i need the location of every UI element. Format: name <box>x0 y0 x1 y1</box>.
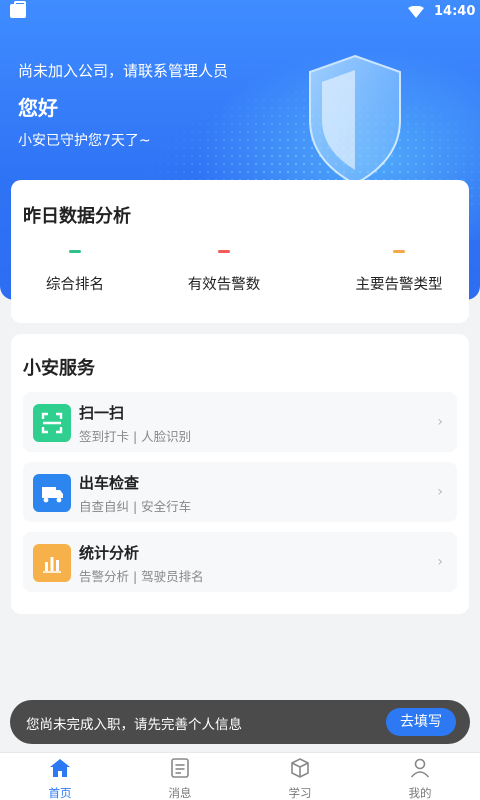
service-subtitle: 自查自纠 | 安全行车 <box>79 499 192 514</box>
services-card: 小安服务 扫一扫 签到打卡 | 人脸识别 › 出车检查 自查自纠 | 安全行车 … <box>11 334 469 614</box>
services-title: 小安服务 <box>23 358 95 379</box>
bottom-tab-bar: 首页 消息 学习 我的 <box>0 752 480 800</box>
tab-label: 学习 <box>288 786 312 800</box>
service-subtitle: 签到打卡 | 人脸识别 <box>79 429 192 444</box>
tab-messages[interactable]: 消息 <box>120 757 240 800</box>
tab-label: 首页 <box>48 786 72 800</box>
stat-placeholder-dash <box>218 250 230 253</box>
stat-label: 综合排名 <box>46 277 104 293</box>
learning-icon <box>291 758 309 778</box>
stat-placeholder-dash <box>69 250 81 253</box>
shield-icon <box>309 54 401 186</box>
tab-label: 我的 <box>408 786 432 800</box>
scan-icon <box>33 404 71 442</box>
bar-chart-icon <box>33 544 71 582</box>
briefcase-icon <box>10 1 26 18</box>
profile-icon <box>410 758 430 778</box>
tab-home[interactable]: 首页 <box>0 757 120 800</box>
stat-main-alert-type[interactable]: 主要告警类型 <box>329 250 469 294</box>
stat-valid-alerts[interactable]: 有效告警数 <box>154 250 294 294</box>
greeting: 您好 <box>18 96 58 120</box>
message-icon <box>171 758 189 778</box>
yesterday-analysis-card: 昨日数据分析 综合排名 有效告警数 主要告警类型 <box>11 180 469 323</box>
stat-overall-rank[interactable]: 综合排名 <box>5 250 145 294</box>
service-vehicle-check[interactable]: 出车检查 自查自纠 | 安全行车 › <box>23 462 457 522</box>
guard-days-text: 小安已守护您7天了~ <box>18 133 151 149</box>
status-bar: 14:40 <box>0 0 480 24</box>
join-company-notice: 尚未加入公司，请联系管理人员 <box>18 62 229 80</box>
onboarding-reminder: 您尚未完成入职，请先完善个人信息 去填写 <box>10 700 470 744</box>
chevron-right-icon: › <box>437 554 443 570</box>
stat-label: 主要告警类型 <box>355 277 443 293</box>
status-time: 14:40 <box>434 4 476 19</box>
service-title: 出车检查 <box>79 474 140 492</box>
tab-learning[interactable]: 学习 <box>240 757 360 800</box>
service-title: 统计分析 <box>79 544 140 562</box>
fill-in-button[interactable]: 去填写 <box>386 708 456 736</box>
chevron-right-icon: › <box>437 414 443 430</box>
service-title: 扫一扫 <box>79 404 125 422</box>
service-statistics[interactable]: 统计分析 告警分析 | 驾驶员排名 › <box>23 532 457 592</box>
wifi-icon <box>408 6 424 18</box>
stat-label: 有效告警数 <box>187 277 261 293</box>
service-scan[interactable]: 扫一扫 签到打卡 | 人脸识别 › <box>23 392 457 452</box>
tab-profile[interactable]: 我的 <box>360 757 480 800</box>
stat-placeholder-dash <box>393 250 405 253</box>
tab-label: 消息 <box>168 786 192 800</box>
yesterday-analysis-title: 昨日数据分析 <box>23 206 131 227</box>
service-subtitle: 告警分析 | 驾驶员排名 <box>79 569 204 584</box>
home-icon <box>50 759 70 777</box>
onboarding-message: 您尚未完成入职，请先完善个人信息 <box>26 717 242 733</box>
chevron-right-icon: › <box>437 484 443 500</box>
truck-icon <box>33 474 71 512</box>
